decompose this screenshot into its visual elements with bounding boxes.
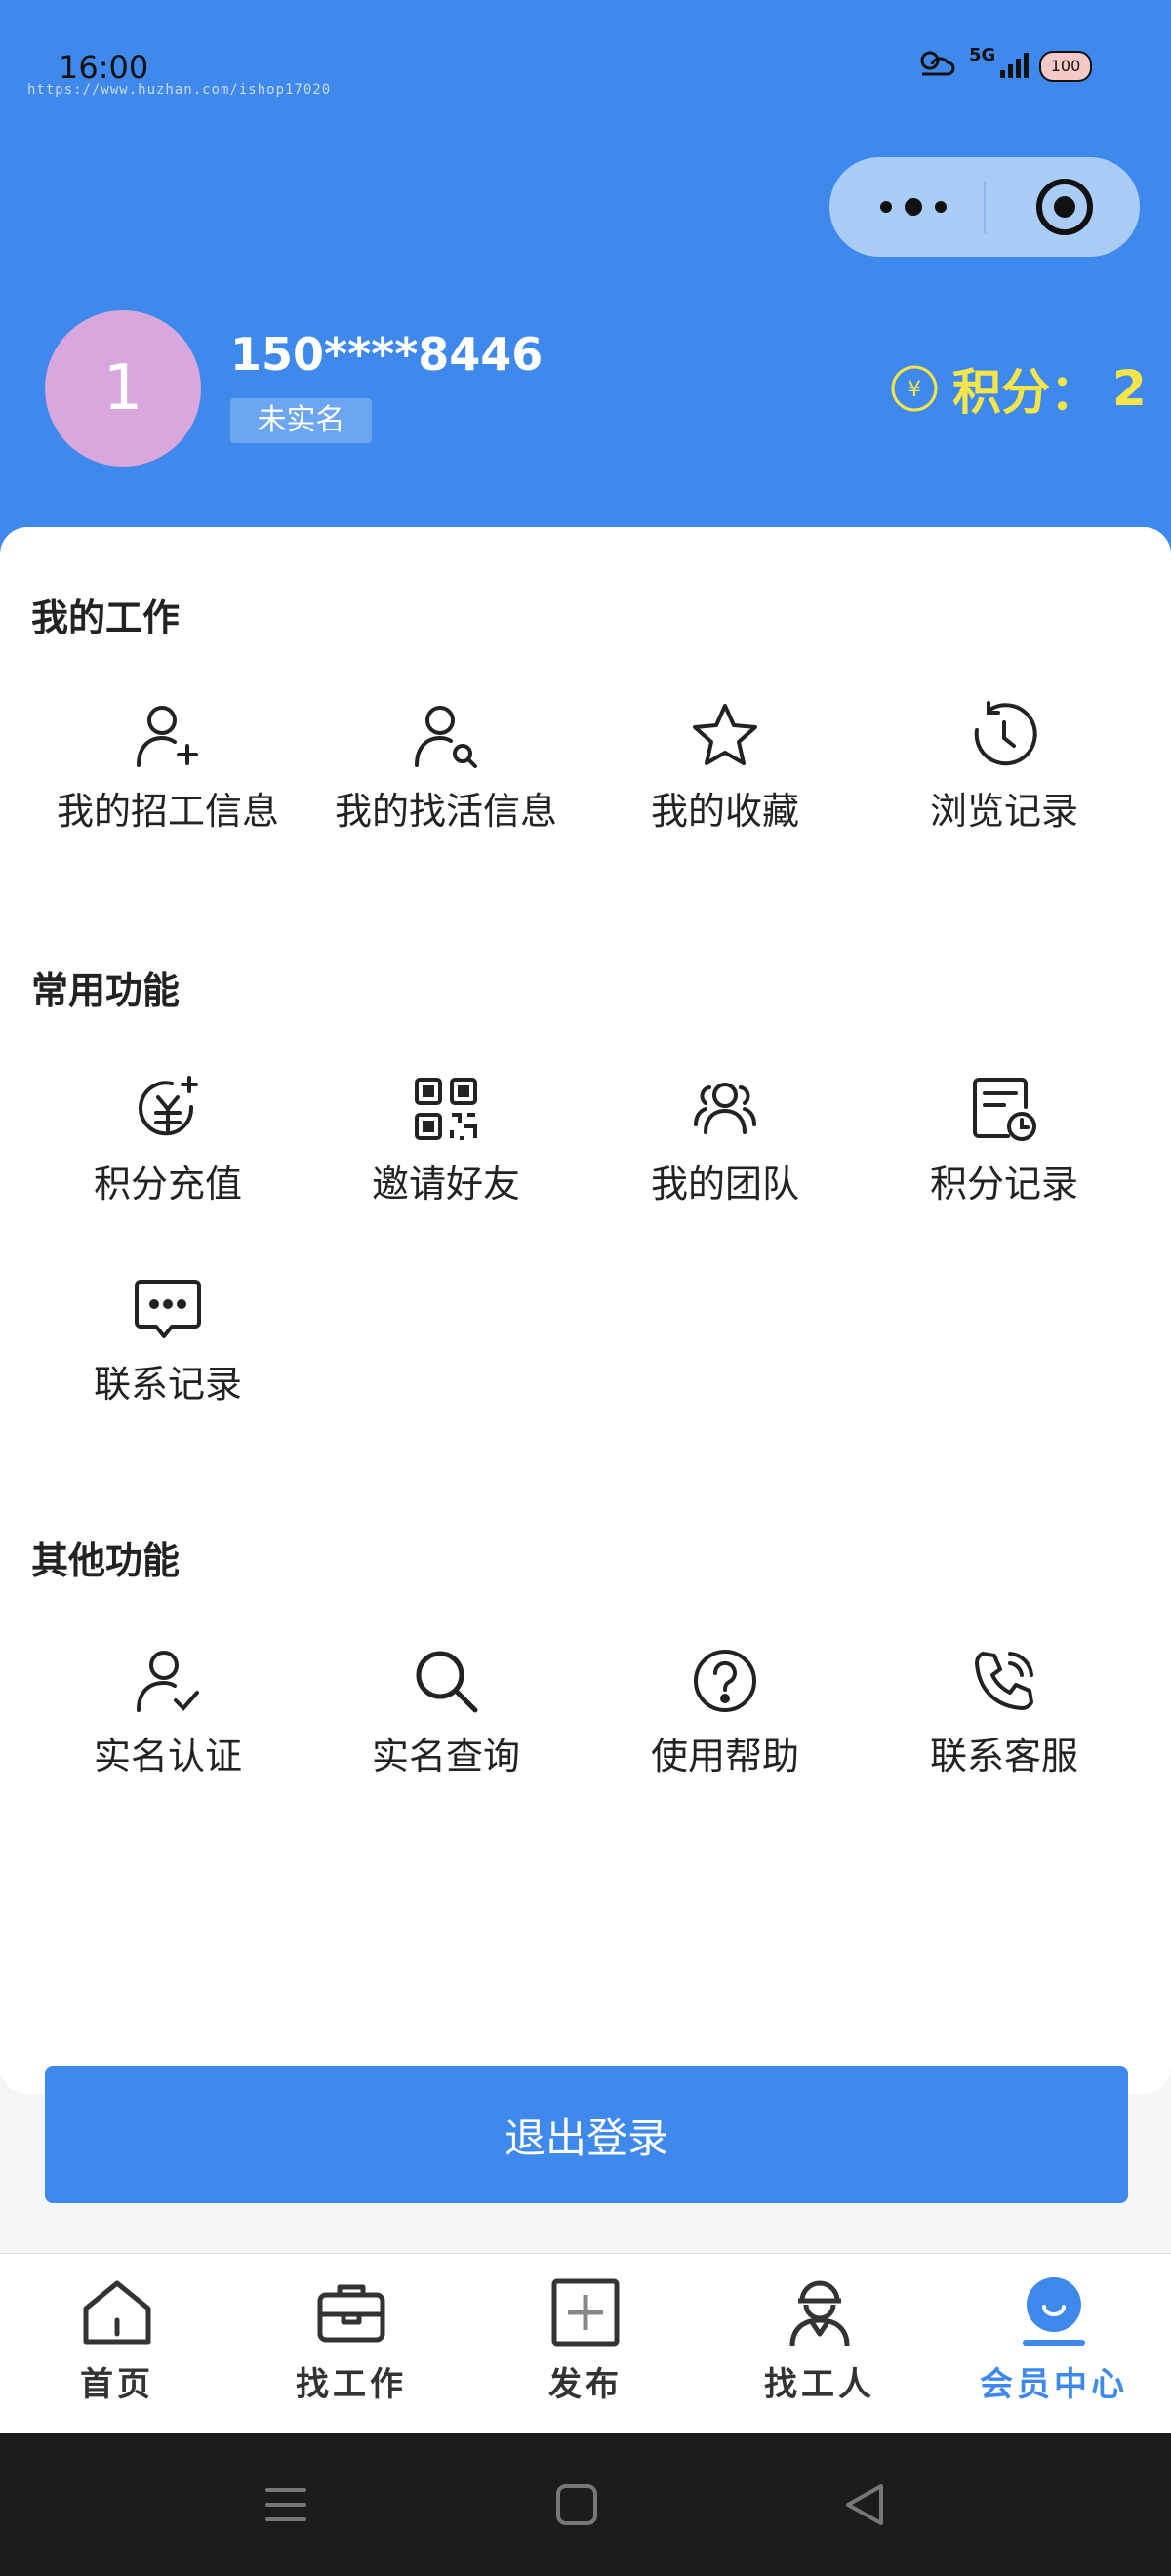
menu-label: 实名查询 bbox=[371, 1735, 520, 1778]
menu-points-recharge[interactable]: 积分充值 bbox=[26, 1074, 309, 1220]
system-navigation-bar bbox=[0, 2433, 1171, 2576]
points-display[interactable]: ¥ 积分： 2 bbox=[890, 357, 1147, 421]
menu-real-name-verify[interactable]: 实名认证 bbox=[26, 1646, 309, 1792]
menu-my-recruitment[interactable]: 我的招工信息 bbox=[26, 701, 309, 847]
home-square-icon[interactable] bbox=[545, 2473, 609, 2537]
close-target-icon[interactable] bbox=[1034, 177, 1095, 237]
section-title-common: 常用功能 bbox=[31, 969, 181, 1012]
menu-label: 邀请好友 bbox=[371, 1163, 520, 1206]
menu-icon[interactable] bbox=[254, 2473, 318, 2537]
user-search-icon bbox=[415, 706, 477, 768]
star-icon bbox=[693, 704, 757, 765]
battery-icon: 100 bbox=[1039, 51, 1092, 82]
help-icon bbox=[694, 1650, 756, 1712]
menu-label: 我的找活信息 bbox=[334, 790, 557, 833]
menu-label: 联系客服 bbox=[929, 1735, 1078, 1778]
tab-label: 首页 bbox=[80, 2365, 154, 2404]
mini-program-capsule bbox=[829, 157, 1140, 257]
menu-label: 实名认证 bbox=[93, 1735, 242, 1778]
qr-code-icon bbox=[415, 1078, 477, 1140]
signal-icon bbox=[1000, 53, 1029, 78]
tab-publish[interactable]: 发布 bbox=[468, 2275, 703, 2422]
menu-contact-history[interactable]: 联系记录 bbox=[26, 1274, 309, 1420]
worker-icon bbox=[789, 2280, 850, 2347]
tab-member-center[interactable]: 会员中心 bbox=[937, 2275, 1171, 2422]
capsule-divider bbox=[984, 181, 986, 233]
plus-square-icon bbox=[551, 2278, 620, 2347]
tab-label: 找工作 bbox=[296, 2365, 407, 2404]
status-time: 16:00 bbox=[59, 49, 149, 86]
menu-customer-service[interactable]: 联系客服 bbox=[863, 1646, 1146, 1792]
message-icon bbox=[135, 1280, 201, 1338]
menu-label: 我的团队 bbox=[650, 1163, 799, 1206]
avatar[interactable]: 1 bbox=[45, 310, 201, 467]
menu-label: 我的收藏 bbox=[650, 790, 799, 833]
user-check-icon bbox=[137, 1651, 199, 1712]
network-type: 5G bbox=[969, 45, 996, 65]
menu-label: 积分记录 bbox=[929, 1163, 1078, 1206]
tab-label: 发布 bbox=[548, 2365, 623, 2404]
watermark-url: https://www.huzhan.com/ishop17020 bbox=[27, 82, 332, 98]
member-menu-card: 我的工作 我的招工信息 我的找活信息 我的收藏 浏览记录 常用功能 积分充值 邀… bbox=[0, 527, 1171, 2094]
logout-button[interactable]: 退出登录 bbox=[45, 2066, 1128, 2203]
team-icon bbox=[694, 1083, 756, 1134]
section-title-other: 其他功能 bbox=[31, 1539, 181, 1582]
menu-label: 使用帮助 bbox=[650, 1735, 799, 1778]
tab-find-job[interactable]: 找工作 bbox=[234, 2275, 468, 2422]
menu-my-job-search[interactable]: 我的找活信息 bbox=[304, 701, 587, 847]
menu-invite-friends[interactable]: 邀请好友 bbox=[304, 1074, 587, 1220]
recharge-icon bbox=[139, 1076, 198, 1136]
svg-text:¥: ¥ bbox=[908, 378, 921, 402]
tab-label: 找工人 bbox=[764, 2365, 875, 2404]
bottom-tab-bar: 首页 找工作 发布 找工人 会员中心 bbox=[0, 2253, 1171, 2434]
menu-label: 积分充值 bbox=[93, 1163, 242, 1206]
record-clock-icon bbox=[973, 1078, 1036, 1141]
menu-my-favorites[interactable]: 我的收藏 bbox=[584, 701, 867, 847]
menu-label: 我的招工信息 bbox=[56, 790, 279, 833]
home-icon bbox=[83, 2280, 151, 2345]
weather-icon bbox=[920, 51, 955, 76]
menu-help[interactable]: 使用帮助 bbox=[584, 1646, 867, 1792]
user-plus-icon bbox=[137, 706, 198, 767]
more-icon[interactable] bbox=[874, 190, 952, 224]
tab-home[interactable]: 首页 bbox=[0, 2275, 234, 2422]
search-icon bbox=[416, 1651, 478, 1713]
menu-browse-history[interactable]: 浏览记录 bbox=[863, 701, 1146, 847]
briefcase-icon bbox=[317, 2284, 385, 2343]
points-label: 积分： bbox=[952, 364, 1099, 421]
history-icon bbox=[974, 701, 1037, 766]
yuan-coin-icon: ¥ bbox=[891, 365, 938, 412]
tab-label: 会员中心 bbox=[980, 2365, 1128, 2404]
menu-points-history[interactable]: 积分记录 bbox=[863, 1074, 1146, 1220]
profile-header: 16:00 https://www.huzhan.com/ishop17020 … bbox=[0, 0, 1171, 586]
tab-find-worker[interactable]: 找工人 bbox=[703, 2275, 937, 2422]
points-value: 2 bbox=[1112, 360, 1147, 417]
menu-real-name-query[interactable]: 实名查询 bbox=[304, 1646, 587, 1792]
menu-label: 浏览记录 bbox=[929, 790, 1078, 833]
menu-my-team[interactable]: 我的团队 bbox=[584, 1074, 867, 1220]
section-title-work: 我的工作 bbox=[31, 596, 181, 639]
status-icons: 5G 100 bbox=[912, 41, 1108, 90]
member-center-icon bbox=[1023, 2277, 1085, 2346]
menu-label: 联系记录 bbox=[93, 1363, 242, 1406]
back-icon[interactable] bbox=[834, 2473, 899, 2537]
verification-badge[interactable]: 未实名 bbox=[230, 398, 372, 443]
user-phone: 150****8446 bbox=[230, 328, 544, 381]
phone-call-icon bbox=[975, 1652, 1033, 1710]
